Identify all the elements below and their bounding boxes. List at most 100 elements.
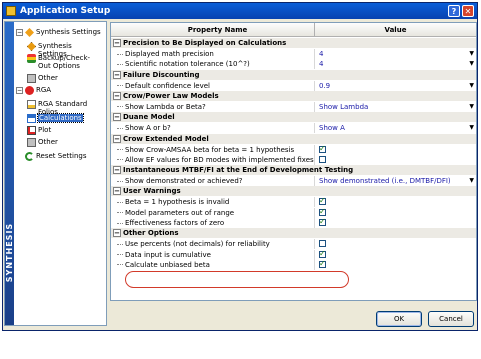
- property-name: Default confidence level: [111, 80, 315, 91]
- property-value[interactable]: [315, 259, 476, 270]
- dropdown-arrow-icon[interactable]: ▼: [469, 102, 474, 112]
- category-label: Instantaneous MTBF/FI at the End of Deve…: [123, 166, 354, 175]
- category-label: Other Options: [123, 229, 179, 238]
- property-value[interactable]: [315, 239, 476, 249]
- tree-item-calculations[interactable]: Calculations: [27, 113, 84, 123]
- tree-item-reset-settings[interactable]: Reset Settings: [16, 152, 87, 161]
- category-row[interactable]: − User Warnings: [111, 186, 476, 197]
- property-row[interactable]: Show Crow-AMSAA beta for beta = 1 hypoth…: [111, 144, 476, 155]
- category-collapse-icon[interactable]: −: [113, 113, 121, 122]
- category-collapse-icon[interactable]: −: [113, 70, 121, 79]
- property-value[interactable]: [315, 155, 476, 165]
- property-value-text: Show A: [319, 124, 345, 133]
- category-collapse-icon[interactable]: −: [113, 91, 121, 100]
- help-button[interactable]: ?: [448, 5, 460, 17]
- property-value[interactable]: 4 ▼: [315, 49, 476, 59]
- category-label: Precision to Be Displayed on Calculation…: [123, 39, 287, 47]
- category-row[interactable]: − Instantaneous MTBF/FI at the End of Dev…: [111, 165, 476, 176]
- property-name-header: Property Name: [111, 23, 315, 36]
- tree-expander-icon[interactable]: −: [16, 29, 23, 36]
- property-value[interactable]: [315, 249, 476, 260]
- property-checkbox[interactable]: [319, 249, 326, 259]
- property-value-text: 4: [319, 60, 324, 69]
- dropdown-arrow-icon[interactable]: ▼: [469, 123, 474, 133]
- category-label: Failure Discounting: [123, 70, 200, 79]
- category-collapse-icon[interactable]: −: [113, 229, 121, 238]
- dropdown-arrow-icon[interactable]: ▼: [469, 81, 474, 91]
- category-row[interactable]: − Crow/Power Law Models: [111, 90, 476, 101]
- property-row[interactable]: Beta = 1 hypothesis is invalid: [111, 196, 476, 208]
- tree-item-label: Backup/Check-Out Options: [38, 54, 91, 70]
- property-value[interactable]: [315, 217, 476, 228]
- tree-item-plot[interactable]: Plot: [27, 126, 51, 135]
- property-name: Calculate unbiased beta: [111, 259, 315, 270]
- property-row[interactable]: Show demonstrated or achieved? Show demon…: [111, 176, 476, 187]
- property-name: Effectiveness factors of zero: [111, 218, 315, 228]
- property-checkbox[interactable]: [319, 259, 326, 269]
- category-collapse-icon[interactable]: −: [113, 134, 121, 143]
- property-checkbox[interactable]: [319, 240, 326, 248]
- property-row[interactable]: Calculate unbiased beta: [111, 259, 476, 270]
- property-name: Show A or b?: [111, 123, 315, 134]
- property-row[interactable]: Data input is cumulative: [111, 249, 476, 260]
- category-collapse-icon[interactable]: −: [113, 166, 121, 175]
- property-value[interactable]: Show A ▼: [315, 123, 476, 133]
- ok-button[interactable]: OK: [376, 311, 422, 327]
- property-value[interactable]: [315, 196, 476, 207]
- property-row[interactable]: Use percents (not decimals) for reliabil…: [111, 239, 476, 250]
- property-value[interactable]: [315, 144, 476, 155]
- dropdown-arrow-icon[interactable]: ▼: [469, 59, 474, 69]
- property-row[interactable]: Effectiveness factors of zero: [111, 217, 476, 228]
- category-label: Crow Extended Model: [123, 134, 209, 143]
- reset-icon: [25, 152, 34, 161]
- property-row[interactable]: Show A or b? Show A ▼: [111, 123, 476, 134]
- other-icon: [27, 138, 36, 147]
- property-value[interactable]: Show demonstrated (i.e., DMTBF/DFI) ▼: [315, 176, 476, 186]
- property-row[interactable]: Model parameters out of range: [111, 207, 476, 218]
- category-collapse-icon[interactable]: −: [113, 187, 121, 196]
- category-label: Duane Model: [123, 113, 175, 122]
- property-row[interactable]: Allow EF values for BD modes with implem…: [111, 154, 476, 165]
- tree-item-label: Reset Settings: [36, 152, 87, 160]
- property-name: Show demonstrated or achieved?: [111, 176, 315, 187]
- tree-item-label: Plot: [38, 126, 52, 134]
- tree-item-label: RGA: [36, 86, 52, 94]
- dropdown-arrow-icon[interactable]: ▼: [469, 176, 474, 186]
- property-name: Show Crow-AMSAA beta for beta = 1 hypoth…: [111, 144, 315, 155]
- application-icon: [6, 6, 16, 16]
- property-row[interactable]: Scientific notation tolerance (10^?) 4 ▼: [111, 59, 476, 70]
- property-checkbox[interactable]: [319, 196, 326, 206]
- property-row[interactable]: Default confidence level 0.9 ▼: [111, 80, 476, 91]
- property-name: Displayed math precision: [111, 49, 315, 59]
- tree-item-label: Calculations: [37, 113, 84, 123]
- tree-item-rga[interactable]: − RGA: [16, 86, 51, 95]
- tree-item-backup-check-out-options[interactable]: Backup/Check-Out Options: [27, 54, 100, 70]
- tree-item-label: Other: [38, 138, 58, 146]
- tree-expander-icon[interactable]: −: [16, 87, 23, 94]
- property-name: Data input is cumulative: [111, 249, 315, 260]
- property-checkbox[interactable]: [319, 144, 326, 154]
- close-button[interactable]: ✕: [462, 5, 474, 17]
- category-row[interactable]: − Precision to Be Displayed on Calculatio…: [111, 38, 476, 48]
- property-value[interactable]: [315, 207, 476, 218]
- property-checkbox[interactable]: [319, 207, 326, 217]
- property-value[interactable]: Show Lambda ▼: [315, 102, 476, 112]
- tree-item-other[interactable]: Other: [27, 74, 58, 83]
- property-row[interactable]: Displayed math precision 4 ▼: [111, 49, 476, 59]
- tree-item-other[interactable]: Other: [27, 138, 58, 147]
- property-checkbox[interactable]: [319, 155, 326, 163]
- cancel-button[interactable]: Cancel: [428, 311, 474, 327]
- property-row[interactable]: Show Lambda or Beta? Show Lambda ▼: [111, 101, 476, 112]
- rga-icon: [25, 86, 34, 95]
- property-value[interactable]: 0.9 ▼: [315, 81, 476, 91]
- category-row[interactable]: − Failure Discounting: [111, 69, 476, 80]
- dropdown-arrow-icon[interactable]: ▼: [469, 49, 474, 59]
- category-collapse-icon[interactable]: −: [113, 39, 121, 47]
- category-row[interactable]: − Other Options: [111, 228, 476, 239]
- category-row[interactable]: − Crow Extended Model: [111, 133, 476, 144]
- category-row[interactable]: − Duane Model: [111, 112, 476, 123]
- tree-item-label: Other: [38, 74, 58, 82]
- property-checkbox[interactable]: [319, 217, 326, 227]
- tree-item-synthesis-settings[interactable]: − Synthesis Settings: [16, 28, 101, 37]
- property-value[interactable]: 4 ▼: [315, 59, 476, 69]
